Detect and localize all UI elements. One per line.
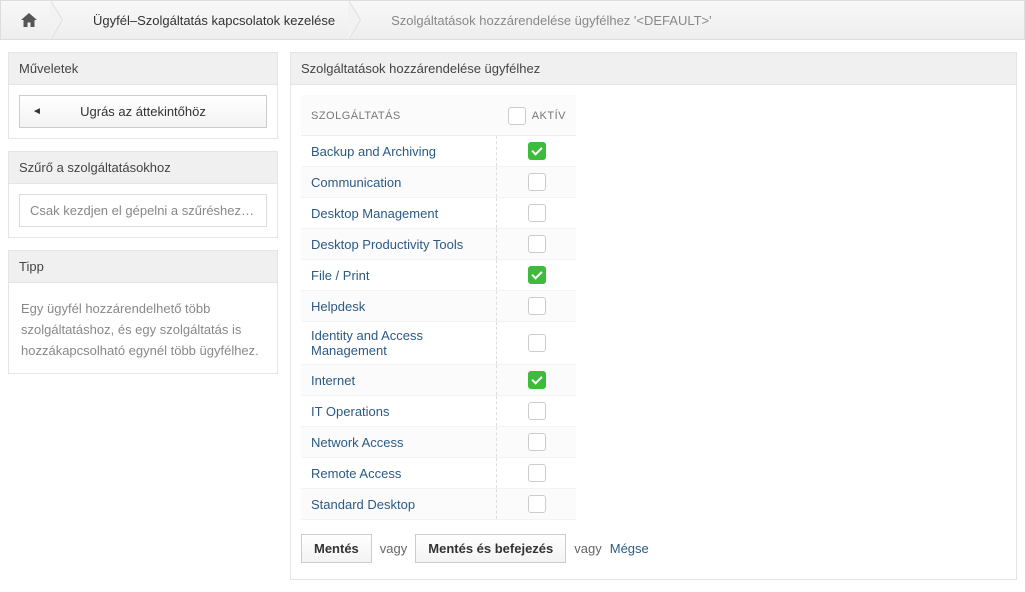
service-link[interactable]: Network Access	[311, 435, 403, 450]
table-row: IT Operations	[301, 396, 576, 427]
table-row: Helpdesk	[301, 291, 576, 322]
col-active-label: AKTÍV	[532, 110, 566, 122]
filter-title: Szűrő a szolgáltatásokhoz	[9, 152, 277, 184]
service-link[interactable]: Desktop Management	[311, 206, 438, 221]
active-checkbox[interactable]	[528, 334, 546, 352]
breadcrumb-main[interactable]: Ügyfél–Szolgáltatás kapcsolatok kezelése	[69, 1, 355, 39]
active-checkbox[interactable]	[528, 464, 546, 482]
service-link[interactable]: Remote Access	[311, 466, 401, 481]
active-checkbox[interactable]	[528, 297, 546, 315]
actions-widget: Műveletek ◄ Ugrás az áttekintőhöz	[8, 52, 278, 139]
home-icon	[21, 13, 37, 27]
service-link[interactable]: Backup and Archiving	[311, 144, 436, 159]
main-title: Szolgáltatások hozzárendelése ügyfélhez	[291, 53, 1016, 85]
table-row: Identity and Access Management	[301, 322, 576, 365]
breadcrumb: Ügyfél–Szolgáltatás kapcsolatok kezelése…	[0, 0, 1025, 40]
service-link[interactable]: Internet	[311, 373, 355, 388]
service-link[interactable]: Identity and Access Management	[311, 328, 423, 358]
active-checkbox[interactable]	[528, 266, 546, 284]
active-checkbox[interactable]	[528, 173, 546, 191]
caret-left-icon: ◄	[32, 106, 42, 117]
active-checkbox[interactable]	[528, 142, 546, 160]
service-link[interactable]: File / Print	[311, 268, 370, 283]
table-row: Desktop Management	[301, 198, 576, 229]
table-row: Network Access	[301, 427, 576, 458]
filter-input[interactable]	[19, 194, 267, 227]
active-checkbox[interactable]	[528, 495, 546, 513]
cancel-link[interactable]: Mégse	[610, 541, 649, 556]
back-button[interactable]: ◄ Ugrás az áttekintőhöz	[19, 95, 267, 128]
actions-title: Műveletek	[9, 53, 277, 85]
table-row: Backup and Archiving	[301, 136, 576, 167]
active-checkbox[interactable]	[528, 204, 546, 222]
table-row: Communication	[301, 167, 576, 198]
service-link[interactable]: Communication	[311, 175, 401, 190]
or-text-1: vagy	[380, 541, 407, 556]
table-row: Remote Access	[301, 458, 576, 489]
active-checkbox[interactable]	[528, 433, 546, 451]
table-row: Desktop Productivity Tools	[301, 229, 576, 260]
tip-widget: Tipp Egy ügyfél hozzárendelhető több szo…	[8, 250, 278, 374]
table-row: Internet	[301, 365, 576, 396]
breadcrumb-sub: Szolgáltatások hozzárendelése ügyfélhez …	[367, 1, 732, 39]
filter-widget: Szűrő a szolgáltatásokhoz	[8, 151, 278, 238]
main-widget: Szolgáltatások hozzárendelése ügyfélhez …	[290, 52, 1017, 580]
service-link[interactable]: Desktop Productivity Tools	[311, 237, 463, 252]
save-button[interactable]: Mentés	[301, 534, 372, 563]
table-row: Standard Desktop	[301, 489, 576, 520]
col-service-header: SZOLGÁLTATÁS	[301, 95, 497, 136]
active-checkbox[interactable]	[528, 402, 546, 420]
or-text-2: vagy	[574, 541, 601, 556]
active-checkbox[interactable]	[528, 235, 546, 253]
service-link[interactable]: IT Operations	[311, 404, 390, 419]
form-actions: Mentés vagy Mentés és befejezés vagy Még…	[301, 520, 1006, 569]
save-finish-button[interactable]: Mentés és befejezés	[415, 534, 566, 563]
select-all-checkbox[interactable]	[508, 107, 526, 125]
col-active-header: AKTÍV	[498, 95, 576, 136]
tip-text: Egy ügyfél hozzárendelhető több szolgált…	[19, 293, 267, 363]
back-button-label: Ugrás az áttekintőhöz	[80, 104, 206, 119]
tip-title: Tipp	[9, 251, 277, 283]
active-checkbox[interactable]	[528, 371, 546, 389]
services-table: SZOLGÁLTATÁS AKTÍV Backup and	[301, 95, 576, 520]
table-row: File / Print	[301, 260, 576, 291]
service-link[interactable]: Standard Desktop	[311, 497, 415, 512]
service-link[interactable]: Helpdesk	[311, 299, 365, 314]
